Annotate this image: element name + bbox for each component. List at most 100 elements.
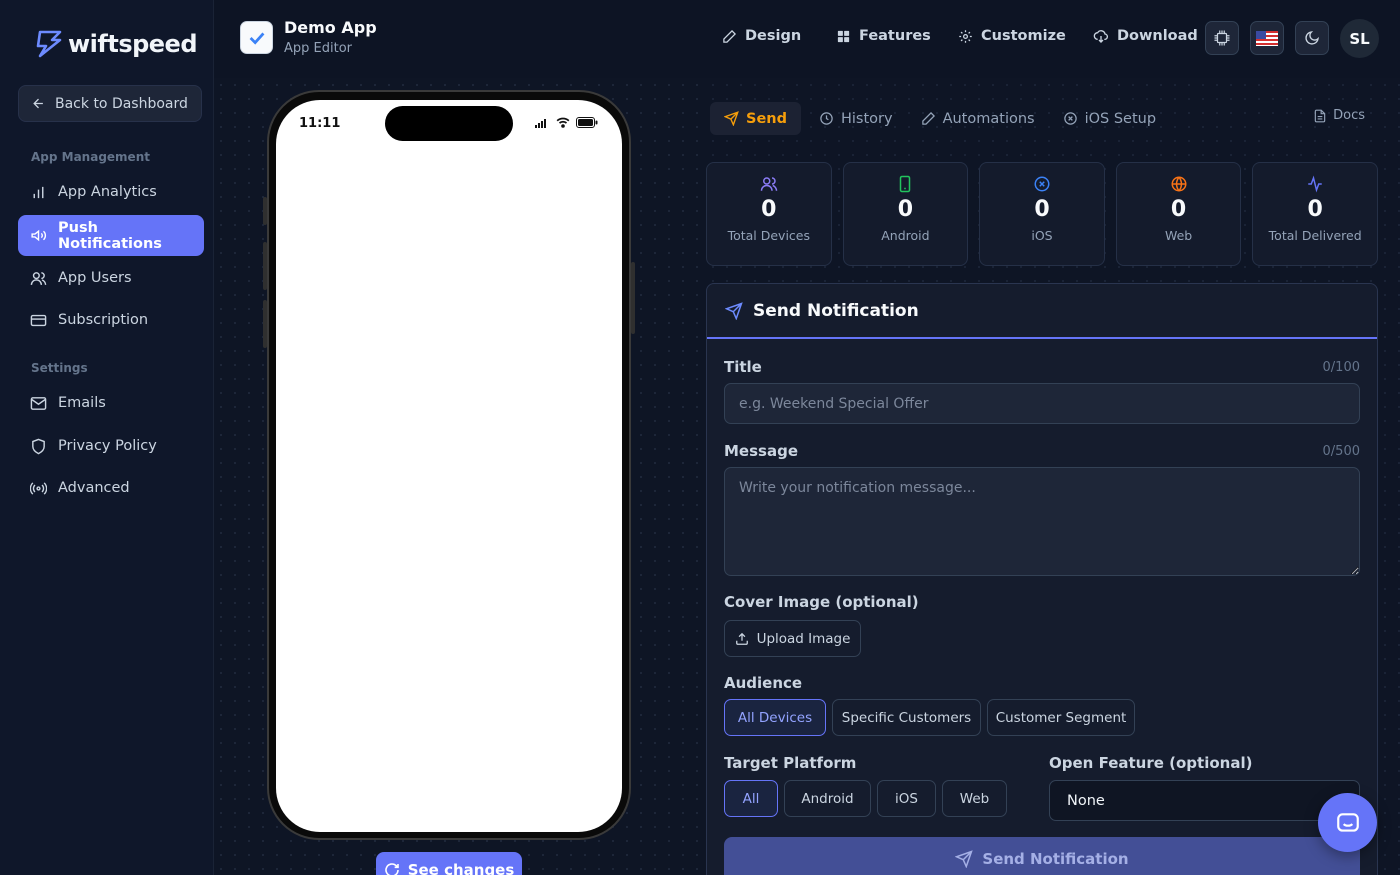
mail-icon (30, 396, 47, 410)
signal-icon (535, 119, 546, 128)
nav-customize[interactable]: Customize (958, 28, 1066, 44)
preview-canvas: 11:11 See changes (214, 78, 706, 875)
platform-web[interactable]: Web (942, 780, 1007, 817)
stat-label: Android (881, 228, 930, 243)
notification-tabs: Send History Automations iOS Setup (706, 98, 1378, 139)
stat-value: 0 (1170, 197, 1187, 222)
form-header: Send Notification (707, 284, 1377, 339)
nav-features[interactable]: Features (836, 28, 931, 44)
cloud-download-icon (1093, 30, 1109, 43)
moon-icon (1305, 31, 1319, 45)
tab-send[interactable]: Send (710, 102, 801, 135)
status-time: 11:11 (299, 116, 341, 131)
users-icon (760, 177, 778, 191)
stat-android: 0 Android (842, 162, 969, 266)
app-icon[interactable] (240, 21, 273, 54)
sidebar-item-emails[interactable]: Emails (18, 383, 204, 423)
clock-icon (820, 112, 833, 125)
docs-link[interactable]: Docs (1313, 108, 1365, 123)
message-char-count: 0/500 (1322, 444, 1360, 459)
phone-side-button (263, 197, 267, 225)
sidebar-item-subscription[interactable]: Subscription (18, 300, 204, 340)
cover-image-label: Cover Image (optional) (724, 593, 919, 611)
globe-icon (1171, 176, 1187, 192)
tab-label: iOS Setup (1084, 110, 1157, 127)
send-label: Send Notification (982, 850, 1129, 868)
tab-label: Send (746, 110, 787, 127)
stat-value: 0 (761, 197, 777, 222)
send-icon (955, 850, 974, 868)
open-feature-select[interactable]: None (1049, 780, 1360, 821)
bar-chart-icon (33, 186, 44, 198)
us-flag-icon (1256, 30, 1278, 46)
grid-icon (837, 30, 850, 42)
sidebar-item-label: App Analytics (58, 184, 157, 200)
sidebar-item-label: Emails (58, 395, 106, 411)
nav-design[interactable]: Design (722, 28, 801, 44)
theme-toggle-button[interactable] (1295, 21, 1329, 55)
notifications-panel: Send History Automations iOS Setup Docs … (706, 78, 1400, 875)
phone-screen[interactable]: 11:11 (276, 100, 622, 832)
megaphone-icon (31, 229, 47, 242)
sidebar-item-label: Advanced (58, 480, 130, 496)
send-icon (724, 111, 739, 126)
avatar[interactable]: SL (1340, 19, 1379, 58)
brand-logo[interactable]: wiftspeed (34, 28, 198, 60)
audience-all-devices[interactable]: All Devices (724, 699, 826, 736)
stat-label: Total Delivered (1268, 228, 1362, 243)
nav-download[interactable]: Download (1093, 28, 1198, 44)
sidebar-item-advanced[interactable]: Advanced (18, 468, 204, 508)
sidebar-item-push-notifications[interactable]: Push Notifications (18, 215, 204, 256)
credit-card-icon (30, 314, 47, 326)
audience-customer-segment[interactable]: Customer Segment (987, 699, 1135, 736)
title-input[interactable] (724, 383, 1360, 424)
stat-value: 0 (1034, 197, 1050, 222)
chat-support-button[interactable] (1318, 793, 1377, 852)
nav-label: Design (745, 28, 802, 44)
section-label-settings: Settings (31, 361, 88, 375)
pen-icon (723, 29, 737, 43)
send-notification-button[interactable]: Send Notification (724, 837, 1360, 875)
target-platform-label: Target Platform (724, 754, 857, 772)
message-input[interactable] (724, 467, 1360, 576)
see-changes-label: See changes (407, 861, 515, 875)
wifi-icon (556, 117, 570, 128)
upload-image-button[interactable]: Upload Image (724, 620, 861, 657)
ai-chip-button[interactable] (1205, 21, 1239, 55)
platform-all[interactable]: All (724, 780, 778, 817)
docs-label: Docs (1333, 108, 1365, 123)
tab-label: Automations (942, 110, 1035, 127)
brand-name: wiftspeed (68, 30, 198, 58)
gear-icon (959, 29, 972, 43)
sidebar-item-label: Privacy Policy (58, 438, 157, 454)
sidebar-item-label: Subscription (58, 312, 149, 328)
stat-total-devices: 0 Total Devices (706, 162, 832, 266)
app-subtitle: App Editor (284, 41, 353, 56)
tab-history[interactable]: History (805, 102, 907, 135)
tab-ios-setup[interactable]: iOS Setup (1049, 102, 1170, 135)
platform-ios[interactable]: iOS (877, 780, 936, 817)
chip-icon (1214, 30, 1230, 46)
radio-icon (30, 481, 47, 495)
arrow-left-icon (33, 98, 43, 109)
message-label: Message (724, 442, 798, 460)
sidebar-item-privacy-policy[interactable]: Privacy Policy (18, 426, 204, 466)
sidebar-item-app-analytics[interactable]: App Analytics (18, 172, 204, 212)
tab-automations[interactable]: Automations (907, 102, 1049, 135)
phone-side-button (263, 242, 267, 290)
chat-icon (1336, 812, 1359, 832)
platform-android[interactable]: Android (784, 780, 871, 817)
back-to-dashboard-button[interactable]: Back to Dashboard (18, 85, 202, 122)
stat-ios: 0 iOS (979, 162, 1105, 266)
audience-specific-customers[interactable]: Specific Customers (832, 699, 981, 736)
form-title: Send Notification (753, 300, 919, 321)
title-label: Title (724, 358, 762, 376)
see-changes-button[interactable]: See changes (376, 852, 522, 875)
upload-icon (735, 632, 748, 645)
stat-total-delivered: 0 Total Delivered (1252, 162, 1378, 266)
sidebar-item-app-users[interactable]: App Users (18, 258, 204, 298)
pen-icon (921, 111, 935, 125)
tab-label: History (840, 110, 893, 127)
nav-label: Download (1117, 28, 1198, 44)
language-button[interactable] (1250, 21, 1284, 55)
